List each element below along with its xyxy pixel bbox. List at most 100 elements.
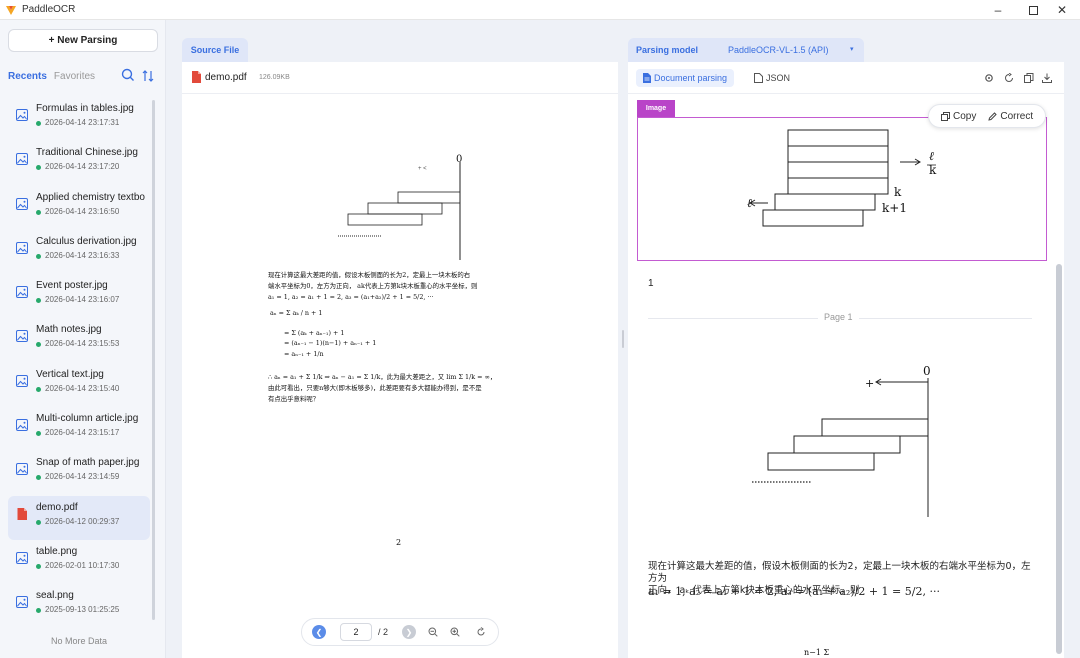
tab-source-file[interactable]: Source File [182, 38, 248, 62]
rotate-icon[interactable] [476, 627, 486, 637]
page-navigator: ❮ 2 / 2 ❯ [301, 618, 499, 646]
tab-document-parsing[interactable]: Document parsing [636, 69, 735, 87]
pdf-origin-label: 0 [456, 154, 463, 165]
recognized-figure [752, 378, 929, 517]
download-icon[interactable] [1042, 73, 1052, 83]
search-icon[interactable] [121, 68, 135, 82]
list-item[interactable]: Multi-column article.jpg 2026-04-14 23:15… [8, 407, 150, 451]
image-icon [16, 551, 28, 564]
sum-fragment: n−1 Σ [804, 648, 830, 657]
recents-bar: Recents Favorites [8, 68, 158, 83]
file-name: Multi-column article.jpg [36, 413, 139, 425]
file-date: 2026-04-14 23:15:40 [45, 383, 120, 393]
file-date: 2026-04-14 23:17:20 [45, 162, 120, 172]
page-total: / 2 [378, 627, 389, 637]
no-more-data: No More Data [50, 636, 108, 646]
source-file-size: 126.09KB [259, 74, 290, 81]
file-date: 2026-04-12 00:29:37 [45, 516, 120, 526]
fig2-plus-label: + [865, 377, 875, 390]
settings-icon[interactable] [984, 73, 994, 83]
fig-label-ell-left: ℓ [747, 196, 752, 210]
tab-favorites[interactable]: Favorites [54, 71, 95, 82]
file-name: Snap of math paper.jpg [36, 457, 140, 469]
file-date: 2025-09-13 01:25:25 [45, 605, 120, 615]
image-icon [16, 241, 28, 254]
zoom-in-icon[interactable] [450, 627, 460, 637]
pdf-icon [192, 71, 201, 83]
result-page-number: 1 [648, 278, 654, 289]
panel-divider-handle[interactable] [622, 330, 624, 348]
source-header: demo.pdf 126.09KB [182, 62, 618, 94]
pdf-text-line: = (aₙ₋₁ − 1)(n−1) + aₙ₋₁ + 1 [284, 339, 377, 347]
status-dot [36, 165, 41, 171]
title-bar: PaddleOCR – ✕ [0, 0, 1080, 20]
list-item[interactable]: Calculus derivation.jpg 2026-04-14 23:16:… [8, 230, 150, 274]
tab-json[interactable]: JSON [754, 69, 790, 87]
pdf-page-number: 2 [396, 538, 402, 547]
list-item[interactable]: demo.pdf 2026-04-12 00:29:37 [8, 495, 150, 540]
paragraph-line-1: 现在计算这最大差距的值，假设木板侧面的长为2，定最上一块木板的右端水平坐标为0，… [648, 561, 1031, 584]
new-parsing-button[interactable]: + New Parsing [8, 29, 158, 52]
pdf-text-line: ∴ aₙ = a₁ + Σ 1/k ⇒ aₙ − a₁ = Σ 1/k，此为最大… [268, 373, 497, 381]
file-name: Formulas in tables.jpg [36, 103, 134, 114]
file-name: Math notes.jpg [36, 324, 102, 336]
tab-json-label: JSON [766, 73, 791, 83]
image-icon [16, 596, 28, 609]
file-name: seal.png [36, 590, 74, 602]
list-item[interactable]: Vertical text.jpg 2026-04-14 23:15:40 [8, 363, 150, 407]
tab-document-parsing-label: Document parsing [654, 73, 728, 83]
image-icon [16, 153, 28, 166]
pdf-icon [17, 507, 27, 520]
file-date: 2026-04-14 23:16:07 [45, 295, 120, 305]
book-stack-figure [749, 129, 936, 227]
image-icon [16, 109, 28, 121]
pdf-text-line: 端水平坐标为0，左方为正向， ak代表上方第k块木板重心的水平坐标，则 [268, 282, 478, 290]
refresh-icon[interactable] [1004, 73, 1014, 83]
sidebar-scrollbar[interactable] [152, 100, 155, 620]
status-dot [36, 253, 41, 259]
correct-button[interactable]: Correct [1000, 111, 1033, 122]
tab-recents[interactable]: Recents [8, 71, 47, 82]
prev-page-button[interactable]: ❮ [312, 625, 326, 639]
maximize-icon [1028, 5, 1038, 15]
file-date: 2026-04-14 23:15:17 [45, 428, 120, 438]
zoom-out-icon[interactable] [428, 627, 438, 637]
copy-button[interactable]: Copy [953, 111, 976, 122]
list-item[interactable]: Math notes.jpg 2026-04-14 23:15:53 [8, 318, 150, 362]
list-item[interactable]: seal.png 2025-09-13 01:25:25 [8, 584, 150, 628]
document-icon [643, 73, 651, 83]
status-dot [36, 121, 41, 126]
model-selector[interactable]: Parsing model PaddleOCR-VL-1.5 (API) ▾ [628, 38, 864, 62]
pdf-text-line: = aₙ₋₁ + 1/n [284, 350, 324, 358]
result-scrollbar[interactable] [1056, 264, 1062, 654]
file-date: 2026-04-14 23:17:31 [45, 118, 120, 127]
list-item[interactable]: Formulas in tables.jpg 2026-04-14 23:17:3… [8, 97, 150, 141]
pdf-viewer[interactable]: + < 0 现在计算这最大差距的值，假设木板侧面的长为2，定最上一块木板的右 端水… [182, 94, 618, 658]
result-body[interactable]: Image ℓ k k k+1 ℓ Copy Correct 1 Page 1 … [628, 94, 1064, 658]
list-item[interactable]: Event poster.jpg 2026-04-14 23:16:07 [8, 274, 150, 318]
pdf-text-line: 有点出乎意料呢？ [268, 395, 320, 403]
sort-icon[interactable] [142, 69, 154, 83]
status-dot [36, 209, 41, 215]
status-dot [36, 519, 41, 525]
image-icon [16, 286, 28, 299]
file-date: 2026-02-01 10:17:30 [45, 560, 120, 570]
list-item[interactable]: Applied chemistry textbo 2026-04-14 23:16… [8, 186, 150, 230]
minimize-button[interactable]: – [980, 0, 1016, 20]
file-name: Calculus derivation.jpg [36, 235, 137, 247]
edit-icon [988, 111, 998, 121]
file-name: Traditional Chinese.jpg [36, 147, 138, 159]
json-file-icon [754, 73, 763, 83]
file-name: Event poster.jpg [36, 280, 108, 292]
fig-label-k1: k+1 [882, 201, 907, 215]
copy-icon[interactable] [1024, 73, 1034, 83]
image-block[interactable]: ℓ k k k+1 ℓ [637, 117, 1047, 261]
list-item[interactable]: table.png 2026-02-01 10:17:30 [8, 540, 150, 584]
close-button[interactable]: ✕ [1044, 0, 1080, 20]
page-input[interactable]: 2 [340, 623, 372, 641]
image-icon [16, 197, 28, 210]
list-item[interactable]: Traditional Chinese.jpg 2026-04-14 23:17:… [8, 141, 150, 185]
next-page-button[interactable]: ❯ [402, 625, 417, 639]
list-item[interactable]: Snap of math paper.jpg 2026-04-14 23:14:5… [8, 451, 150, 495]
model-value: PaddleOCR-VL-1.5 (API) [728, 45, 829, 55]
